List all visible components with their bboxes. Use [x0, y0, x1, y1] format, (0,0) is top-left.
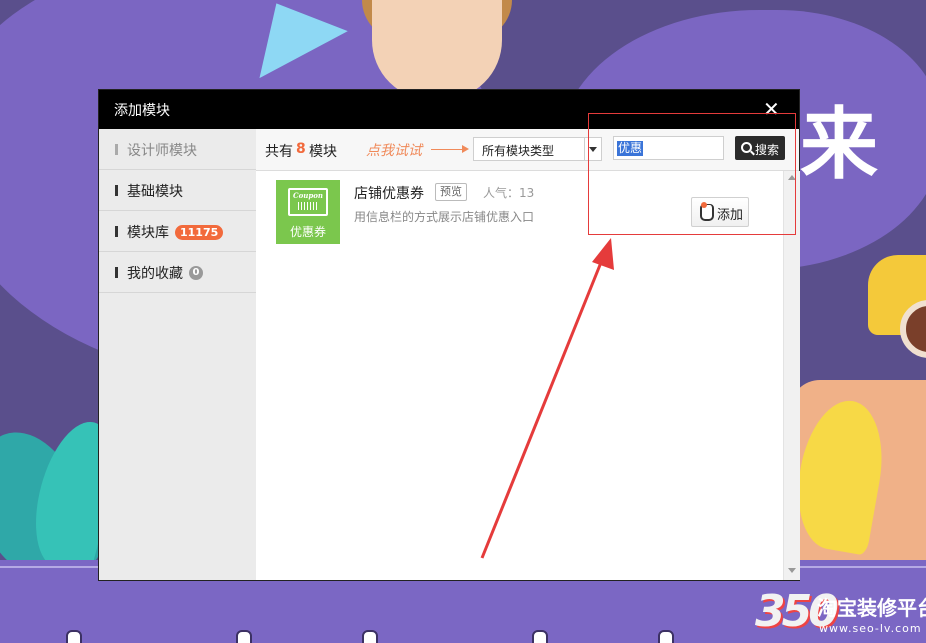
watermark-url: www.seo-lv.com — [819, 622, 922, 635]
site-watermark: 350 淘宝装修平台 www.seo-lv.com — [755, 586, 926, 640]
watermark-title: 淘宝装修平台 — [817, 596, 926, 620]
annotation-arrow-icon — [480, 238, 614, 559]
